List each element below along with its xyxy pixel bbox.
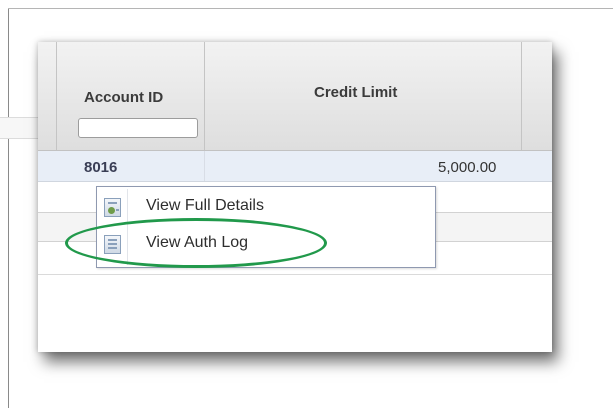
user-details-icon (104, 198, 121, 217)
menu-item-view-auth-log[interactable]: View Auth Log (97, 229, 435, 261)
account-id-cell: 8016 (84, 159, 118, 176)
menu-item-label: View Full Details (146, 197, 264, 214)
account-grid: Account ID Credit Limit 8016 5,000.00 Vi… (38, 42, 552, 352)
grid-header: Account ID Credit Limit (38, 42, 552, 151)
credit-limit-cell: 5,000.00 (438, 159, 497, 176)
screenshot-border-top (8, 8, 613, 9)
menu-item-label: View Auth Log (146, 234, 249, 251)
context-menu: View Full Details View Auth Log (96, 186, 436, 268)
column-header-credit-limit[interactable]: Credit Limit (314, 84, 397, 101)
menu-item-view-full-details[interactable]: View Full Details (97, 192, 435, 224)
column-header-account-id[interactable]: Account ID (84, 89, 163, 106)
column-divider (204, 42, 205, 150)
cell-divider (204, 151, 205, 181)
screenshot-border-left (8, 8, 9, 408)
log-document-icon (104, 235, 121, 254)
row-divider (38, 274, 552, 275)
column-divider (521, 42, 522, 150)
column-divider (56, 42, 57, 150)
account-id-filter-input[interactable] (78, 118, 198, 138)
